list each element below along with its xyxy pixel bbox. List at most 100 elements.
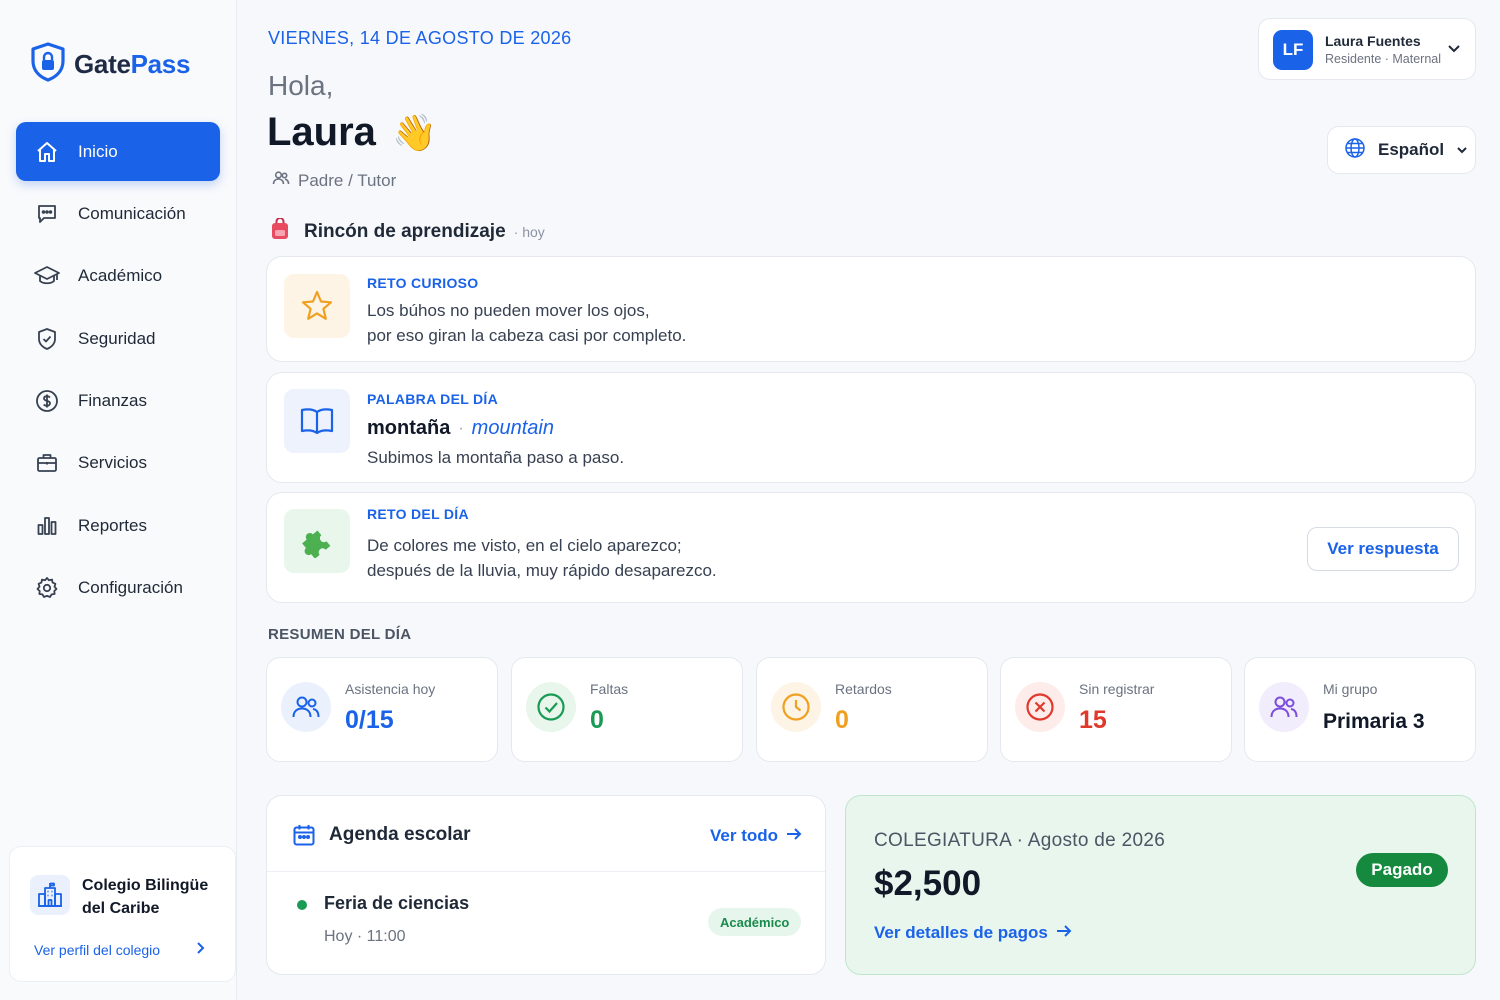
card-label: RETO DEL DÍA: [367, 506, 469, 522]
sidebar-item-servicios[interactable]: Servicios: [16, 434, 220, 493]
card-label: PALABRA DEL DÍA: [367, 391, 499, 407]
avatar: LF: [1273, 30, 1313, 70]
stat-absences[interactable]: Faltas 0: [511, 657, 743, 762]
chevron-down-icon: [1447, 38, 1461, 63]
agenda-title: Agenda escolar: [329, 824, 471, 845]
stat-label: Asistencia hoy: [345, 681, 436, 697]
stat-unregistered[interactable]: Sin registrar 15: [1000, 657, 1232, 762]
tuition-label: COLEGIATURA · Agosto de 2026: [874, 830, 1166, 851]
star-icon: [284, 274, 350, 338]
sidebar-item-label: Académico: [78, 266, 163, 286]
stat-value: 0: [590, 706, 604, 734]
section-when: · hoy: [513, 223, 545, 240]
tuition-card: COLEGIATURA · Agosto de 2026 $2,500 Ver …: [845, 795, 1476, 975]
stat-late[interactable]: Retardos 0: [756, 657, 988, 762]
stat-value: 0: [835, 706, 849, 734]
graduation-cap-icon: [34, 263, 60, 289]
school-card: Colegio Bilingüe del Caribe Ver perfil d…: [9, 846, 236, 982]
event-title[interactable]: Feria de ciencias: [324, 893, 469, 914]
greeting: Hola,: [268, 70, 334, 101]
sidebar-item-seguridad[interactable]: Seguridad: [16, 309, 220, 368]
curious-challenge-card: RETO CURIOSO Los búhos no pueden mover l…: [266, 256, 1476, 362]
sidebar-item-label: Inicio: [78, 141, 118, 161]
sidebar-item-inicio[interactable]: Inicio: [16, 122, 220, 181]
card-text-line2: por eso giran la cabeza casi por complet…: [367, 326, 687, 345]
stat-value: 0/15: [345, 706, 394, 734]
globe-icon: [1344, 137, 1366, 164]
stat-label: Retardos: [835, 681, 892, 697]
chat-icon: [34, 201, 60, 227]
school-name: Colegio Bilingüe del Caribe: [82, 877, 209, 917]
section-title: Rincón de aprendizaje: [304, 220, 506, 242]
backpack-icon: [270, 217, 290, 245]
sidebar-item-label: Reportes: [78, 515, 147, 535]
tuition-amount: $2,500: [874, 864, 982, 903]
school-agenda-card: Agenda escolar Ver todo Feria de ciencia…: [266, 795, 826, 975]
show-answer-button[interactable]: Ver respuesta: [1307, 527, 1459, 571]
stat-my-group[interactable]: Mi grupo Primaria 3: [1244, 657, 1476, 762]
sidebar-item-label: Configuración: [78, 578, 183, 598]
shield-lock-icon: [30, 42, 66, 87]
puzzle-icon: [284, 509, 350, 573]
book-icon: [284, 389, 350, 453]
clock-icon: [771, 682, 821, 732]
chevron-right-icon[interactable]: [194, 941, 206, 960]
stat-label: Faltas: [590, 681, 629, 697]
sidebar-item-label: Finanzas: [78, 391, 147, 411]
x-circle-icon: [1015, 682, 1065, 732]
event-category-badge: Académico: [708, 908, 802, 936]
group-icon: [1259, 682, 1309, 732]
payment-details-link[interactable]: Ver detalles de pagos: [874, 923, 1072, 943]
user-subtitle: Residente · Maternal: [1325, 52, 1442, 66]
current-date: VIERNES, 14 DE AGOSTO DE 2026: [268, 28, 572, 48]
dollar-icon: [34, 388, 60, 414]
riddle-line1: De colores me visto, en el cielo aparezc…: [367, 536, 682, 555]
gear-icon: [34, 575, 60, 601]
arrow-right-icon: [786, 826, 802, 846]
users-icon: [272, 170, 290, 191]
view-all-link[interactable]: Ver todo: [710, 826, 802, 846]
word-pair: montaña · mountain: [367, 417, 554, 440]
stat-attendance[interactable]: Asistencia hoy 0/15: [266, 657, 498, 762]
briefcase-icon: [34, 450, 60, 476]
sidebar-item-comunicacion[interactable]: Comunicación: [16, 184, 220, 243]
card-text-line1: Los búhos no pueden mover los ojos,: [367, 301, 650, 320]
stat-value: 15: [1079, 706, 1107, 734]
users-icon: [281, 682, 331, 732]
word-example: Subimos la montaña paso a paso.: [367, 448, 625, 467]
daily-riddle-card: RETO DEL DÍA De colores me visto, en el …: [266, 492, 1476, 603]
app-logo[interactable]: GatePass: [30, 42, 190, 87]
language-select[interactable]: Español: [1327, 126, 1476, 174]
waving-hand-icon: 👋: [391, 111, 437, 153]
user-menu[interactable]: LF Laura Fuentes Residente · Maternal: [1258, 18, 1476, 80]
sidebar-item-finanzas[interactable]: Finanzas: [16, 372, 220, 431]
riddle-line2: después de la lluvia, muy rápido desapar…: [367, 561, 717, 580]
summary-title: RESUMEN DEL DÍA: [268, 626, 412, 643]
app-name: GatePass: [74, 49, 191, 79]
event-time: Hoy · 11:00: [324, 928, 406, 945]
user-role: Padre / Tutor: [272, 170, 396, 191]
learning-corner-header: Rincón de aprendizaje · hoy: [270, 217, 545, 245]
word-of-day-card: PALABRA DEL DÍA montaña · mountain Subim…: [266, 372, 1476, 483]
home-icon: [34, 139, 60, 165]
arrow-right-icon: [1056, 923, 1072, 943]
card-label: RETO CURIOSO: [367, 275, 479, 291]
sidebar-item-configuracion[interactable]: Configuración: [16, 559, 220, 618]
sidebar-nav: Inicio Comunicación Académico Seguridad …: [16, 122, 220, 621]
stat-label: Sin registrar: [1079, 681, 1155, 697]
language-selected: Español: [1378, 140, 1445, 159]
status-badge: Pagado: [1356, 853, 1448, 887]
stat-label: Mi grupo: [1323, 681, 1378, 697]
sidebar: GatePass Inicio Comunicación Académico S…: [0, 0, 237, 1000]
word-spanish: montaña: [367, 417, 451, 439]
sidebar-item-label: Servicios: [78, 453, 147, 473]
word-english: mountain: [471, 417, 554, 439]
sidebar-item-reportes[interactable]: Reportes: [16, 496, 220, 555]
check-circle-icon: [526, 682, 576, 732]
sidebar-item-academico[interactable]: Académico: [16, 247, 220, 306]
bar-chart-icon: [34, 513, 60, 539]
chevron-down-icon: [1456, 140, 1468, 160]
calendar-icon: [292, 823, 316, 852]
school-profile-link[interactable]: Ver perfil del colegio: [34, 942, 160, 958]
page-title: Laura: [267, 110, 376, 154]
